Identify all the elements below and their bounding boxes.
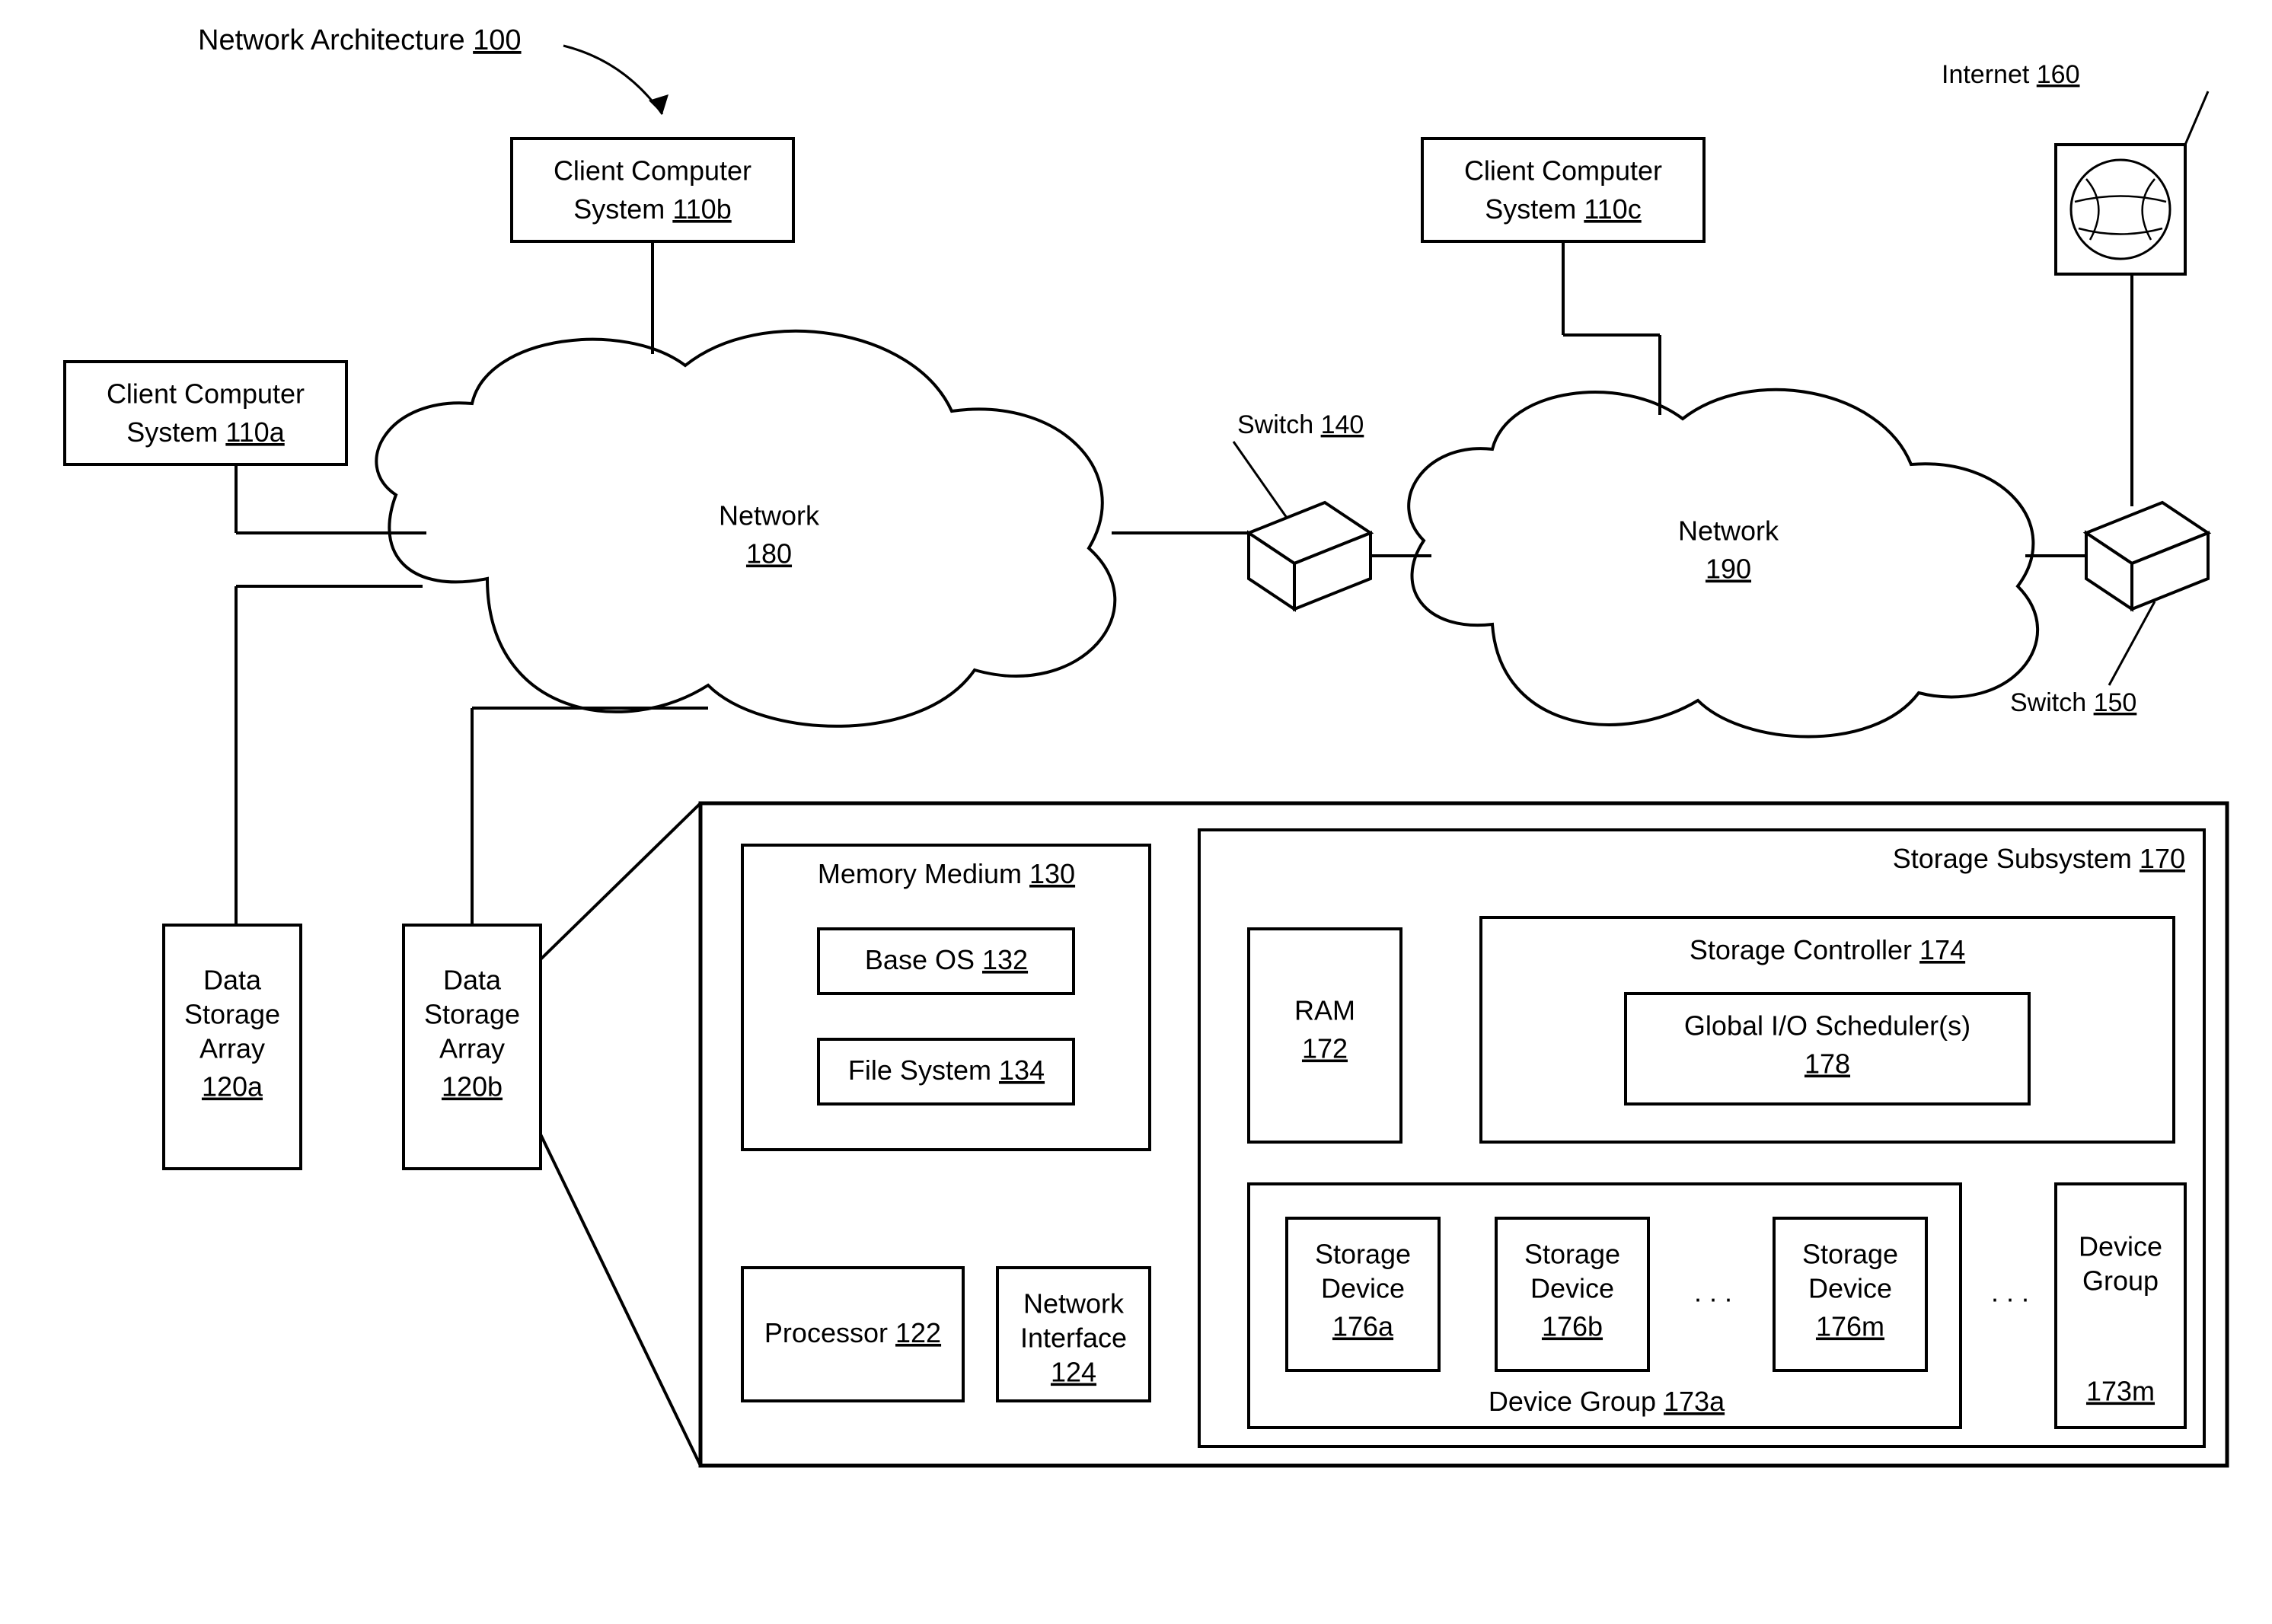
svg-text:Storage: Storage: [1315, 1239, 1411, 1270]
svg-text:Processor 122: Processor 122: [764, 1317, 941, 1348]
network-cloud-180: Network 180: [376, 331, 1115, 726]
svg-text:Client Computer: Client Computer: [554, 155, 751, 187]
svg-text:Group: Group: [2082, 1265, 2159, 1297]
client-system-110b: Client Computer System 110b: [512, 139, 793, 241]
svg-text:Storage Subsystem 170: Storage Subsystem 170: [1893, 843, 2185, 874]
svg-text:Network: Network: [1678, 515, 1779, 547]
svg-text:Network: Network: [719, 500, 820, 531]
internet-160: Internet 160: [1942, 60, 2208, 274]
svg-text:Device: Device: [1321, 1273, 1405, 1304]
svg-text:Device Group 173a: Device Group 173a: [1489, 1386, 1725, 1417]
svg-text:RAM: RAM: [1294, 995, 1355, 1026]
svg-text:180: 180: [746, 538, 792, 570]
svg-text:Data: Data: [203, 965, 262, 996]
svg-text:176m: 176m: [1816, 1311, 1884, 1342]
switch-140: Switch 140: [1233, 410, 1371, 609]
svg-text:Interface: Interface: [1020, 1322, 1127, 1354]
svg-text:176a: 176a: [1332, 1311, 1394, 1342]
data-storage-array-120a: Data Storage Array 120a: [164, 925, 301, 1169]
svg-text:Array: Array: [439, 1033, 505, 1064]
processor-122: Processor 122: [742, 1268, 963, 1401]
client-system-110c: Client Computer System 110c: [1422, 139, 1704, 241]
svg-text:System 110c: System 110c: [1485, 193, 1641, 225]
switch-150: Switch 150: [2010, 503, 2208, 717]
client-system-110a: Client Computer System 110a: [65, 362, 346, 464]
svg-text:120b: 120b: [442, 1071, 503, 1102]
svg-text:Storage Controller 174: Storage Controller 174: [1690, 934, 1965, 965]
svg-text:173m: 173m: [2086, 1376, 2155, 1407]
svg-text:Client Computer: Client Computer: [107, 378, 305, 410]
network-interface-124: Network Interface 124: [997, 1268, 1150, 1401]
svg-text:Memory Medium 130: Memory Medium 130: [818, 858, 1075, 889]
svg-text:Device: Device: [2079, 1231, 2162, 1262]
svg-text:Device: Device: [1808, 1273, 1892, 1304]
svg-text:Internet 160: Internet 160: [1942, 60, 2080, 89]
svg-text:File System 134: File System 134: [848, 1054, 1045, 1086]
svg-text:Switch 150: Switch 150: [2010, 688, 2136, 717]
svg-text:System 110a: System 110a: [126, 416, 285, 448]
svg-text:124: 124: [1051, 1357, 1096, 1388]
title-arrow: [563, 46, 662, 114]
ellipsis-devices: . . .: [1694, 1277, 1732, 1308]
svg-text:Data: Data: [443, 965, 502, 996]
svg-text:Device: Device: [1530, 1273, 1614, 1304]
diagram-title: Network Architecture 100: [198, 24, 522, 56]
svg-text:Storage: Storage: [424, 999, 520, 1030]
svg-text:System 110b: System 110b: [573, 193, 731, 225]
svg-text:Global I/O Scheduler(s): Global I/O Scheduler(s): [1684, 1010, 1970, 1042]
svg-text:Storage: Storage: [1802, 1239, 1898, 1270]
callout-120b-bot: [541, 1134, 700, 1466]
svg-text:Storage: Storage: [184, 999, 280, 1030]
title-arrowhead: [649, 94, 669, 114]
svg-text:Switch 140: Switch 140: [1237, 410, 1364, 439]
svg-text:178: 178: [1805, 1048, 1850, 1080]
network-cloud-190: Network 190: [1409, 390, 2037, 737]
svg-text:Array: Array: [199, 1033, 265, 1064]
svg-text:190: 190: [1706, 554, 1751, 585]
svg-text:Storage: Storage: [1524, 1239, 1620, 1270]
svg-text:Base OS 132: Base OS 132: [865, 944, 1028, 975]
ellipsis-groups: . . .: [1991, 1277, 2029, 1308]
svg-text:Network: Network: [1023, 1288, 1125, 1319]
data-storage-array-120b: Data Storage Array 120b: [404, 925, 541, 1169]
memory-medium-130: Memory Medium 130 Base OS 132 File Syste…: [742, 845, 1150, 1150]
svg-text:120a: 120a: [202, 1071, 263, 1102]
svg-text:172: 172: [1302, 1033, 1348, 1064]
storage-subsystem-170: Storage Subsystem 170 RAM 172 Storage Co…: [1199, 830, 2204, 1447]
svg-text:176b: 176b: [1542, 1311, 1603, 1342]
callout-120b-top: [541, 803, 700, 959]
svg-text:Client Computer: Client Computer: [1464, 155, 1662, 187]
